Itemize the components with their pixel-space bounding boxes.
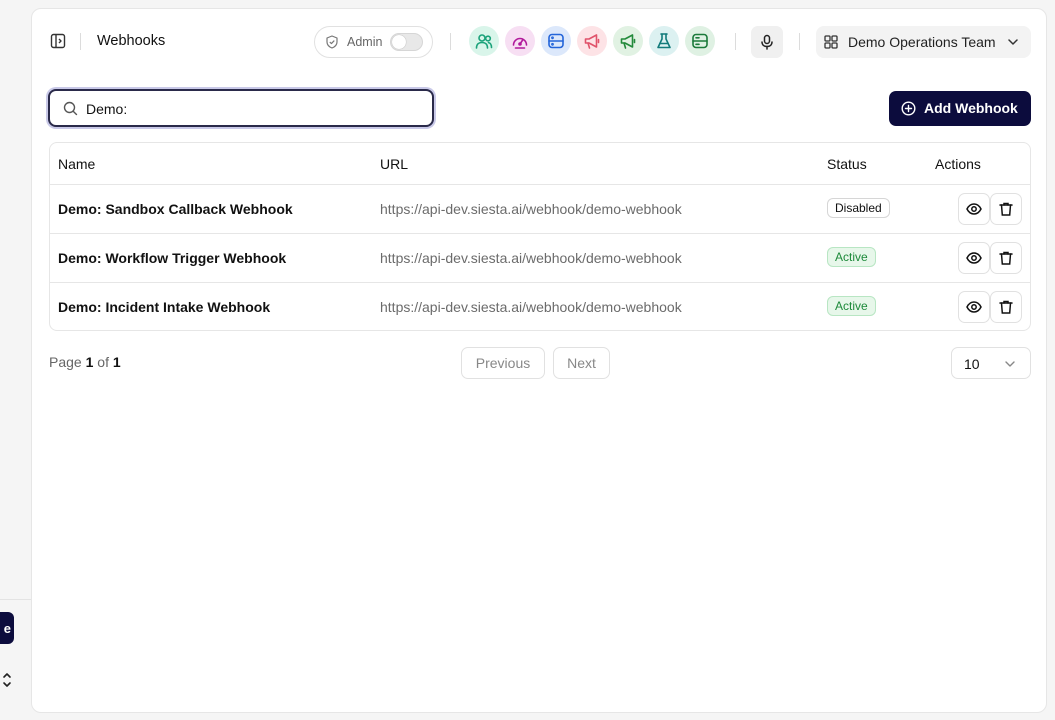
admin-toggle[interactable] bbox=[390, 33, 423, 51]
table-row: Demo: Sandbox Callback Webhook https://a… bbox=[50, 184, 1030, 233]
eye-icon bbox=[966, 203, 982, 215]
gauge-icon bbox=[512, 37, 528, 49]
admin-mode-pill: Admin bbox=[314, 26, 433, 58]
column-header-name: Name bbox=[58, 156, 96, 172]
webhook-url: https://api-dev.siesta.ai/webhook/demo-w… bbox=[380, 299, 682, 315]
admin-label: Admin bbox=[347, 35, 383, 49]
column-header-url: URL bbox=[380, 156, 409, 172]
team-label: Demo Operations Team bbox=[848, 34, 996, 50]
app-shortcut-gauge[interactable] bbox=[505, 26, 535, 56]
total-pages: 1 bbox=[112, 354, 121, 370]
previous-page-button[interactable]: Previous bbox=[461, 347, 545, 379]
megaphone-green-icon bbox=[620, 34, 636, 49]
webhook-url: https://api-dev.siesta.ai/webhook/demo-w… bbox=[380, 201, 682, 217]
header-divider bbox=[799, 33, 800, 50]
megaphone-icon bbox=[584, 34, 600, 49]
page-word: Page bbox=[49, 354, 82, 370]
chevrons-up-down-icon[interactable] bbox=[1, 671, 13, 689]
toggle-knob bbox=[392, 35, 406, 49]
trash-icon bbox=[999, 202, 1013, 216]
rail-button-label: e bbox=[3, 620, 11, 636]
webhook-url: https://api-dev.siesta.ai/webhook/demo-w… bbox=[380, 250, 682, 266]
app-shortcut-server[interactable] bbox=[541, 26, 571, 56]
current-page: 1 bbox=[85, 354, 94, 370]
view-button[interactable] bbox=[958, 291, 990, 323]
webhook-name: Demo: Sandbox Callback Webhook bbox=[58, 201, 293, 217]
header-divider bbox=[735, 33, 736, 50]
chevron-down-icon bbox=[1008, 39, 1018, 45]
flask-icon bbox=[657, 33, 671, 49]
column-header-actions: Actions bbox=[935, 156, 981, 172]
search-box[interactable] bbox=[48, 89, 434, 127]
webhook-name: Demo: Workflow Trigger Webhook bbox=[58, 250, 287, 266]
microphone-button[interactable] bbox=[751, 26, 783, 58]
status-badge: Active bbox=[827, 296, 876, 316]
next-page-button[interactable]: Next bbox=[553, 347, 610, 379]
delete-button[interactable] bbox=[990, 291, 1022, 323]
database-icon bbox=[692, 33, 708, 49]
team-selector[interactable]: Demo Operations Team bbox=[816, 26, 1031, 58]
app-shortcut-database[interactable] bbox=[685, 26, 715, 56]
app-shortcut-megaphone-green[interactable] bbox=[613, 26, 643, 56]
of-word: of bbox=[97, 354, 109, 370]
shield-icon bbox=[326, 35, 338, 49]
status-badge: Active bbox=[827, 247, 876, 267]
left-rail: e bbox=[0, 0, 31, 720]
status-badge: Disabled bbox=[827, 198, 890, 218]
header-divider bbox=[450, 33, 451, 50]
header-divider bbox=[80, 33, 81, 50]
server-icon bbox=[548, 33, 564, 49]
add-webhook-label: Add Webhook bbox=[924, 100, 1018, 116]
webhook-name: Demo: Incident Intake Webhook bbox=[58, 299, 271, 315]
plus-circle-icon bbox=[901, 101, 916, 116]
app-shortcut-users[interactable] bbox=[469, 26, 499, 56]
app-shortcut-megaphone[interactable] bbox=[577, 26, 607, 56]
webhooks-table: Name URL Status Actions Demo: Sandbox Ca… bbox=[49, 142, 1031, 331]
rail-divider bbox=[0, 599, 31, 600]
search-icon bbox=[63, 101, 78, 116]
delete-button[interactable] bbox=[990, 193, 1022, 225]
sidebar-toggle-icon[interactable] bbox=[50, 33, 66, 49]
view-button[interactable] bbox=[958, 193, 990, 225]
page-title: Webhooks bbox=[97, 33, 166, 49]
microphone-icon bbox=[761, 34, 773, 50]
table-row: Demo: Incident Intake Webhook https://ap… bbox=[50, 282, 1030, 331]
page-size-value: 10 bbox=[964, 356, 980, 372]
delete-button[interactable] bbox=[990, 242, 1022, 274]
eye-icon bbox=[966, 301, 982, 313]
chevron-down-icon bbox=[1005, 361, 1015, 367]
main-panel: Webhooks Admin Demo Operations Team Add bbox=[31, 8, 1047, 713]
app-shortcut-flask[interactable] bbox=[649, 26, 679, 56]
rail-button[interactable]: e bbox=[0, 612, 14, 644]
trash-icon bbox=[999, 251, 1013, 265]
page-indicator: Page 1 of 1 bbox=[49, 354, 121, 370]
search-input[interactable] bbox=[86, 99, 416, 119]
page-size-select[interactable]: 10 bbox=[951, 347, 1031, 379]
eye-icon bbox=[966, 252, 982, 264]
view-button[interactable] bbox=[958, 242, 990, 274]
table-row: Demo: Workflow Trigger Webhook https://a… bbox=[50, 233, 1030, 282]
add-webhook-button[interactable]: Add Webhook bbox=[889, 91, 1031, 126]
column-header-status: Status bbox=[827, 156, 867, 172]
layout-grid-icon bbox=[824, 35, 838, 49]
trash-icon bbox=[999, 300, 1013, 314]
users-icon bbox=[475, 34, 493, 49]
